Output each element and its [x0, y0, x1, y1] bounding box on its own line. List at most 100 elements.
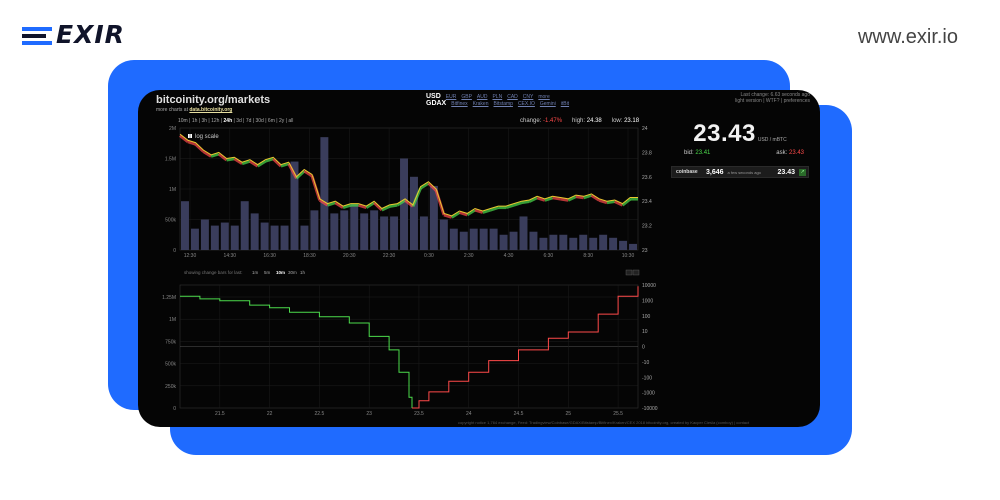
- volume-tick-label: 500k: [165, 218, 176, 224]
- zoom-out-button[interactable]: [625, 269, 633, 276]
- change-bars-option[interactable]: 1m: [252, 270, 259, 275]
- time-tick-label: 6:30: [543, 253, 553, 259]
- change-bars-option[interactable]: 5m: [264, 270, 271, 275]
- ask-depth-line: [412, 286, 639, 409]
- price-tick-label: 23.2: [642, 224, 652, 230]
- volume-bar: [310, 210, 319, 250]
- volume-tick-label: 1M: [169, 187, 176, 193]
- volume-bar: [330, 213, 339, 250]
- volume-bar: [439, 219, 448, 250]
- price-change-band: [575, 195, 584, 200]
- depth-change-tick-label: 10: [642, 329, 648, 335]
- volume-bar: [419, 216, 428, 250]
- volume-bar: [629, 243, 637, 250]
- volume-bar: [499, 234, 508, 250]
- volume-bar: [200, 219, 209, 250]
- volume-bar: [280, 225, 289, 250]
- price-tick-label: 25: [566, 411, 572, 417]
- depth-volume-tick-label: 1M: [169, 317, 176, 323]
- change-bars-option[interactable]: 30m: [288, 270, 297, 275]
- price-change-band: [606, 199, 615, 205]
- volume-bar: [220, 222, 229, 250]
- volume-bar: [559, 234, 568, 250]
- change-bars-option[interactable]: 10m: [276, 270, 285, 275]
- volume-bar: [549, 234, 558, 250]
- price-change-band: [552, 196, 561, 201]
- site-url[interactable]: www.exir.io: [858, 26, 958, 49]
- bid-value: 23.41: [695, 150, 711, 156]
- volume-bar: [509, 231, 518, 250]
- depth-change-tick-label: -100: [642, 375, 652, 381]
- exchange-volume: 3,646: [706, 168, 724, 176]
- time-tick-label: 2:30: [464, 253, 474, 259]
- current-price-box: 23.43 USD / mBTC: [670, 120, 810, 148]
- volume-bar: [370, 210, 379, 250]
- price-change-band: [272, 157, 282, 168]
- log-scale-label: log scale: [195, 134, 219, 140]
- footer-copyright: copyright notice 1,764 exchange, Feed: T…: [458, 420, 750, 425]
- time-tick-label: 12:30: [184, 253, 197, 259]
- price-change-band: [560, 197, 569, 202]
- bid-label: bid:: [684, 150, 694, 156]
- exir-logo-icon: [22, 24, 52, 46]
- price-change-band: [226, 157, 235, 162]
- depth-change-tick-label: -10000: [642, 406, 658, 412]
- volume-bar: [519, 216, 528, 250]
- volume-bar: [190, 228, 199, 250]
- time-tick-label: 22:30: [383, 253, 396, 259]
- price-tick-label: 25.5: [613, 411, 623, 417]
- depth-volume-tick-label: 1.25M: [162, 295, 176, 301]
- price-tick-label: 23.5: [414, 411, 424, 417]
- volume-tick-label: 0: [173, 248, 176, 254]
- volume-bar: [619, 240, 628, 250]
- volume-bar: [479, 228, 488, 250]
- change-bars-option[interactable]: 1h: [300, 270, 306, 275]
- volume-bar: [250, 213, 259, 250]
- time-tick-label: 10:30: [622, 253, 635, 259]
- price-change-band: [373, 201, 383, 212]
- volume-bar: [320, 137, 329, 250]
- volume-bar: [459, 231, 468, 250]
- exchange-updated: a few seconds ago: [727, 169, 761, 175]
- depth-change-tick-label: 0: [642, 345, 645, 351]
- time-tick-label: 4:30: [504, 253, 514, 259]
- price-tick-label: 23: [642, 248, 648, 254]
- depth-change-tick-label: 1000: [642, 298, 653, 304]
- bid-depth-line: [180, 295, 413, 408]
- volume-bar: [410, 176, 418, 250]
- zoom-in-button[interactable]: [632, 269, 640, 276]
- screenshot-panel: bitcoinity.org/markets more charts at da…: [138, 90, 820, 427]
- volume-bar: [539, 237, 548, 250]
- volume-bar: [569, 237, 578, 250]
- depth-change-tick-label: -10: [642, 360, 649, 366]
- bid-ask: bid: 23.41 ask: 23.43: [684, 150, 804, 156]
- volume-bar: [579, 234, 588, 250]
- depth-volume-tick-label: 750k: [165, 339, 176, 345]
- price-change-band: [521, 199, 530, 205]
- price-tick-label: 22.5: [315, 411, 325, 417]
- depth-volume-tick-label: 0: [173, 406, 176, 412]
- time-tick-label: 20:30: [343, 253, 356, 259]
- exir-logo[interactable]: EXIR: [22, 20, 125, 49]
- depth-change-tick-label: 10000: [642, 283, 656, 289]
- time-tick-label: 16:30: [263, 253, 276, 259]
- exchange-row[interactable]: coinbase 3,646 a few seconds ago 23.43 ↗: [671, 166, 809, 178]
- volume-bar: [340, 210, 349, 250]
- volume-bar: [589, 237, 598, 250]
- time-tick-label: 0:30: [424, 253, 434, 259]
- volume-tick-label: 2M: [169, 126, 176, 132]
- volume-bar: [449, 228, 458, 250]
- volume-tick-label: 1.5M: [165, 157, 176, 163]
- exir-logo-text: EXIR: [56, 20, 125, 49]
- volume-bar: [210, 225, 219, 250]
- price-tick-label: 23.4: [642, 199, 652, 205]
- time-tick-label: 8:30: [583, 253, 593, 259]
- time-tick-label: 18:30: [303, 253, 316, 259]
- volume-bar: [240, 201, 249, 250]
- price-tick-label: 23.8: [642, 150, 652, 156]
- volume-bar: [609, 237, 618, 250]
- up-arrow-icon: ↗: [799, 168, 806, 176]
- exchange-name: coinbase: [676, 169, 698, 175]
- volume-bar: [390, 216, 399, 250]
- volume-bar: [260, 222, 269, 250]
